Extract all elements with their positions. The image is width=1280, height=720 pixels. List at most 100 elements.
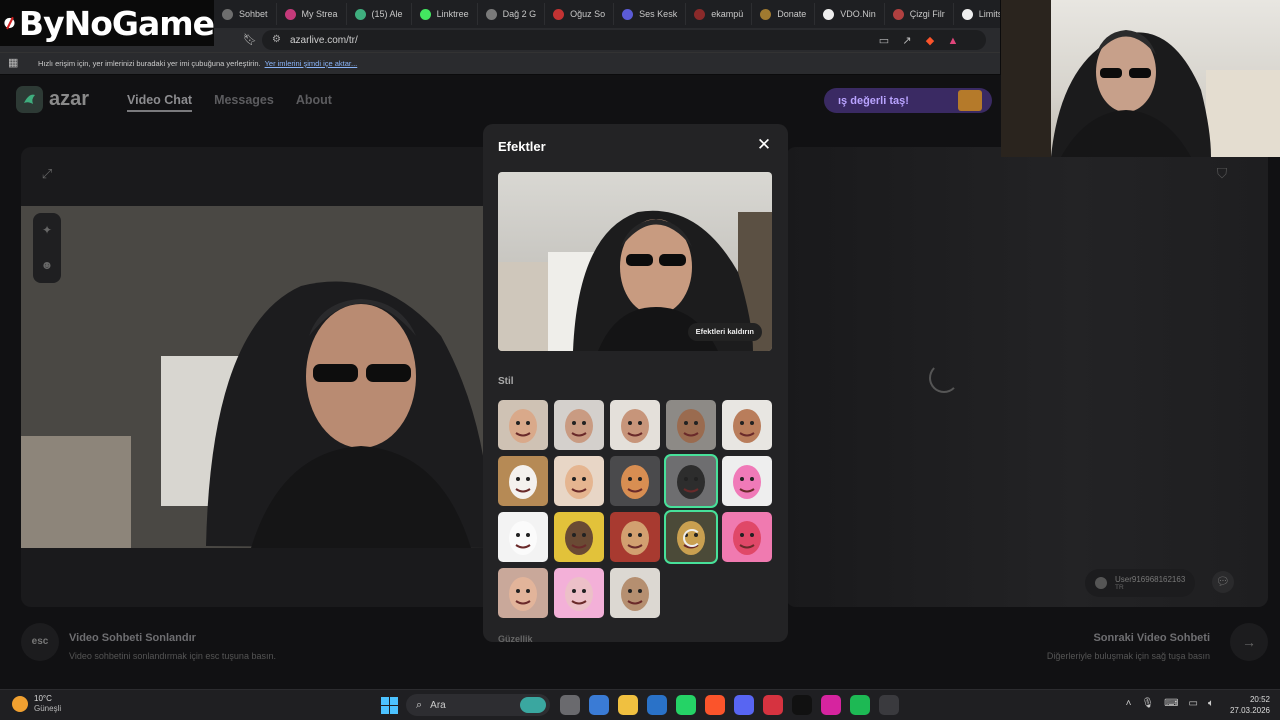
tab-label: VDO.Nin bbox=[840, 9, 876, 19]
effect-style-1[interactable] bbox=[498, 400, 548, 450]
weather-temp: 10°C bbox=[34, 694, 52, 703]
nav-messages[interactable]: Messages bbox=[214, 93, 274, 112]
remote-user-chip[interactable]: User916968162163 TR bbox=[1085, 569, 1196, 597]
spotify-icon[interactable] bbox=[850, 695, 870, 715]
controller-logo-icon bbox=[4, 16, 15, 30]
windows-taskbar: 10°C Güneşli ⌕ Ara ˄ 🎙︎ ⌨ ▭ 🔈︎ 20:52 27.… bbox=[0, 689, 1280, 720]
nav-about[interactable]: About bbox=[296, 93, 332, 112]
share-icon[interactable]: ↗ bbox=[900, 34, 914, 48]
section-style-label: Stil bbox=[498, 376, 514, 387]
effect-style-15[interactable] bbox=[722, 512, 772, 562]
effect-thumbnail-icon bbox=[509, 521, 537, 555]
effect-style-5[interactable] bbox=[722, 400, 772, 450]
bookmark-icon[interactable]: 🔖︎ bbox=[243, 33, 257, 46]
effect-style-16[interactable] bbox=[498, 568, 548, 618]
browser-tab[interactable]: ekampü bbox=[686, 3, 753, 25]
browser-tab[interactable]: VDO.Nin bbox=[815, 3, 885, 25]
tab-label: Çizgi Filr bbox=[909, 9, 945, 19]
task-view-icon[interactable] bbox=[560, 695, 580, 715]
next-chat-title: Sonraki Video Sohbeti bbox=[1093, 632, 1210, 644]
effect-style-12[interactable] bbox=[554, 512, 604, 562]
tiktok-icon[interactable] bbox=[792, 695, 812, 715]
effect-style-10[interactable] bbox=[722, 456, 772, 506]
effect-thumbnail-icon bbox=[565, 465, 593, 499]
pinned-apps bbox=[560, 695, 899, 715]
instagram-icon[interactable] bbox=[821, 695, 841, 715]
local-video-panel bbox=[21, 147, 521, 607]
browser-tab[interactable]: Linktree bbox=[412, 3, 478, 25]
chat-bubble-icon[interactable]: 💬︎ bbox=[1212, 571, 1234, 593]
taskbar-search[interactable]: ⌕ Ara bbox=[406, 694, 550, 716]
close-icon[interactable]: ✕ bbox=[756, 136, 772, 153]
tab-favicon-icon bbox=[284, 8, 296, 20]
search-icon: ⌕ bbox=[416, 698, 423, 711]
obs-icon[interactable] bbox=[879, 695, 899, 715]
effect-style-18[interactable] bbox=[610, 568, 660, 618]
tab-favicon-icon bbox=[419, 8, 431, 20]
effect-style-9[interactable] bbox=[666, 456, 716, 506]
browser-tab[interactable]: Oğuz So bbox=[545, 3, 615, 25]
effect-style-11[interactable] bbox=[498, 512, 548, 562]
store-icon[interactable] bbox=[589, 695, 609, 715]
brave-shields-icon[interactable]: ◆ bbox=[923, 34, 937, 48]
address-bar[interactable]: ⚙ azarlive.com/tr/ ▭ ↗ ◆ ▲ bbox=[262, 30, 986, 50]
whatsapp-icon[interactable] bbox=[676, 695, 696, 715]
volume-icon[interactable]: 🔈︎ bbox=[1208, 698, 1214, 709]
browser-tab[interactable]: Donate bbox=[752, 3, 816, 25]
tab-favicon-icon bbox=[823, 8, 835, 20]
effect-preview: Efektleri kaldırın bbox=[498, 172, 772, 351]
browser-tab[interactable]: (15) Ale bbox=[347, 3, 412, 25]
effect-style-6[interactable] bbox=[498, 456, 548, 506]
next-chat-subtitle: Diğerleriyle buluşmak için sağ tuşa bası… bbox=[1046, 651, 1210, 661]
effect-style-2[interactable] bbox=[554, 400, 604, 450]
brave-rewards-icon[interactable]: ▲ bbox=[946, 34, 960, 48]
azar-logo[interactable]: azar bbox=[16, 86, 89, 113]
effect-style-8[interactable] bbox=[610, 456, 660, 506]
import-bookmarks-link[interactable]: Yer imlerini şimdi içe aktar... bbox=[265, 59, 358, 68]
user-avatar-icon bbox=[1095, 577, 1107, 589]
microphone-icon[interactable]: 🎙︎ bbox=[1141, 698, 1154, 709]
site-settings-icon[interactable]: ⚙ bbox=[272, 35, 282, 45]
expand-icon[interactable]: ⤢ bbox=[38, 165, 56, 183]
modal-title: Efektler bbox=[498, 139, 546, 154]
apps-grid-icon[interactable]: ▦ bbox=[8, 58, 19, 69]
keyboard-icon[interactable]: ⌨ bbox=[1164, 698, 1178, 709]
clock[interactable]: 20:52 27.03.2026 bbox=[1230, 694, 1270, 716]
logo-text: ByNoGame bbox=[18, 3, 215, 43]
report-shield-icon[interactable]: ⛉ bbox=[1213, 165, 1231, 183]
effect-style-17[interactable] bbox=[554, 568, 604, 618]
browser-tab[interactable]: Sohbet bbox=[214, 3, 277, 25]
next-arrow-icon[interactable]: → bbox=[1230, 623, 1268, 661]
brave-icon[interactable] bbox=[705, 695, 725, 715]
browser-tab[interactable]: Çizgi Filr bbox=[885, 3, 954, 25]
browser-tab[interactable]: My Strea bbox=[277, 3, 347, 25]
clock-date: 27.03.2026 bbox=[1229, 706, 1270, 715]
gem-promo-banner[interactable]: ış değerli taş! bbox=[824, 88, 992, 113]
browser-tab[interactable]: Limitsiz bbox=[954, 3, 1000, 25]
effect-style-14[interactable] bbox=[666, 512, 716, 562]
browser-tab[interactable]: Dağ 2 G bbox=[478, 3, 546, 25]
effect-style-7[interactable] bbox=[554, 456, 604, 506]
esc-key-button[interactable]: esc bbox=[21, 623, 59, 661]
outlook-icon[interactable] bbox=[647, 695, 667, 715]
magic-wand-icon[interactable]: ✦ bbox=[39, 222, 55, 238]
cast-icon[interactable]: ▭ bbox=[877, 34, 891, 48]
remove-effects-button[interactable]: Efektleri kaldırın bbox=[687, 323, 762, 341]
weather-desc: Güneşli bbox=[34, 704, 62, 713]
weather-widget[interactable]: 10°C Güneşli bbox=[12, 694, 61, 714]
tab-favicon-icon bbox=[354, 8, 366, 20]
next-chat-hint[interactable]: Sonraki Video Sohbeti Diğerleriyle buluş… bbox=[1008, 623, 1268, 663]
nav-video-chat[interactable]: Video Chat bbox=[127, 93, 193, 112]
sticker-face-icon[interactable]: ☻ bbox=[39, 257, 55, 273]
app-red-icon[interactable] bbox=[763, 695, 783, 715]
chevron-up-icon[interactable]: ˄ bbox=[1126, 698, 1132, 709]
browser-tab[interactable]: Ses Kesk bbox=[614, 3, 687, 25]
discord-icon[interactable] bbox=[734, 695, 754, 715]
effect-style-3[interactable] bbox=[610, 400, 660, 450]
network-icon[interactable]: ▭ bbox=[1189, 698, 1198, 709]
windows-start-icon[interactable] bbox=[381, 697, 398, 714]
site-header: azar Video Chat Messages About ış değerl… bbox=[0, 75, 1000, 125]
effect-style-4[interactable] bbox=[666, 400, 716, 450]
file-explorer-icon[interactable] bbox=[618, 695, 638, 715]
effect-style-13[interactable] bbox=[610, 512, 660, 562]
